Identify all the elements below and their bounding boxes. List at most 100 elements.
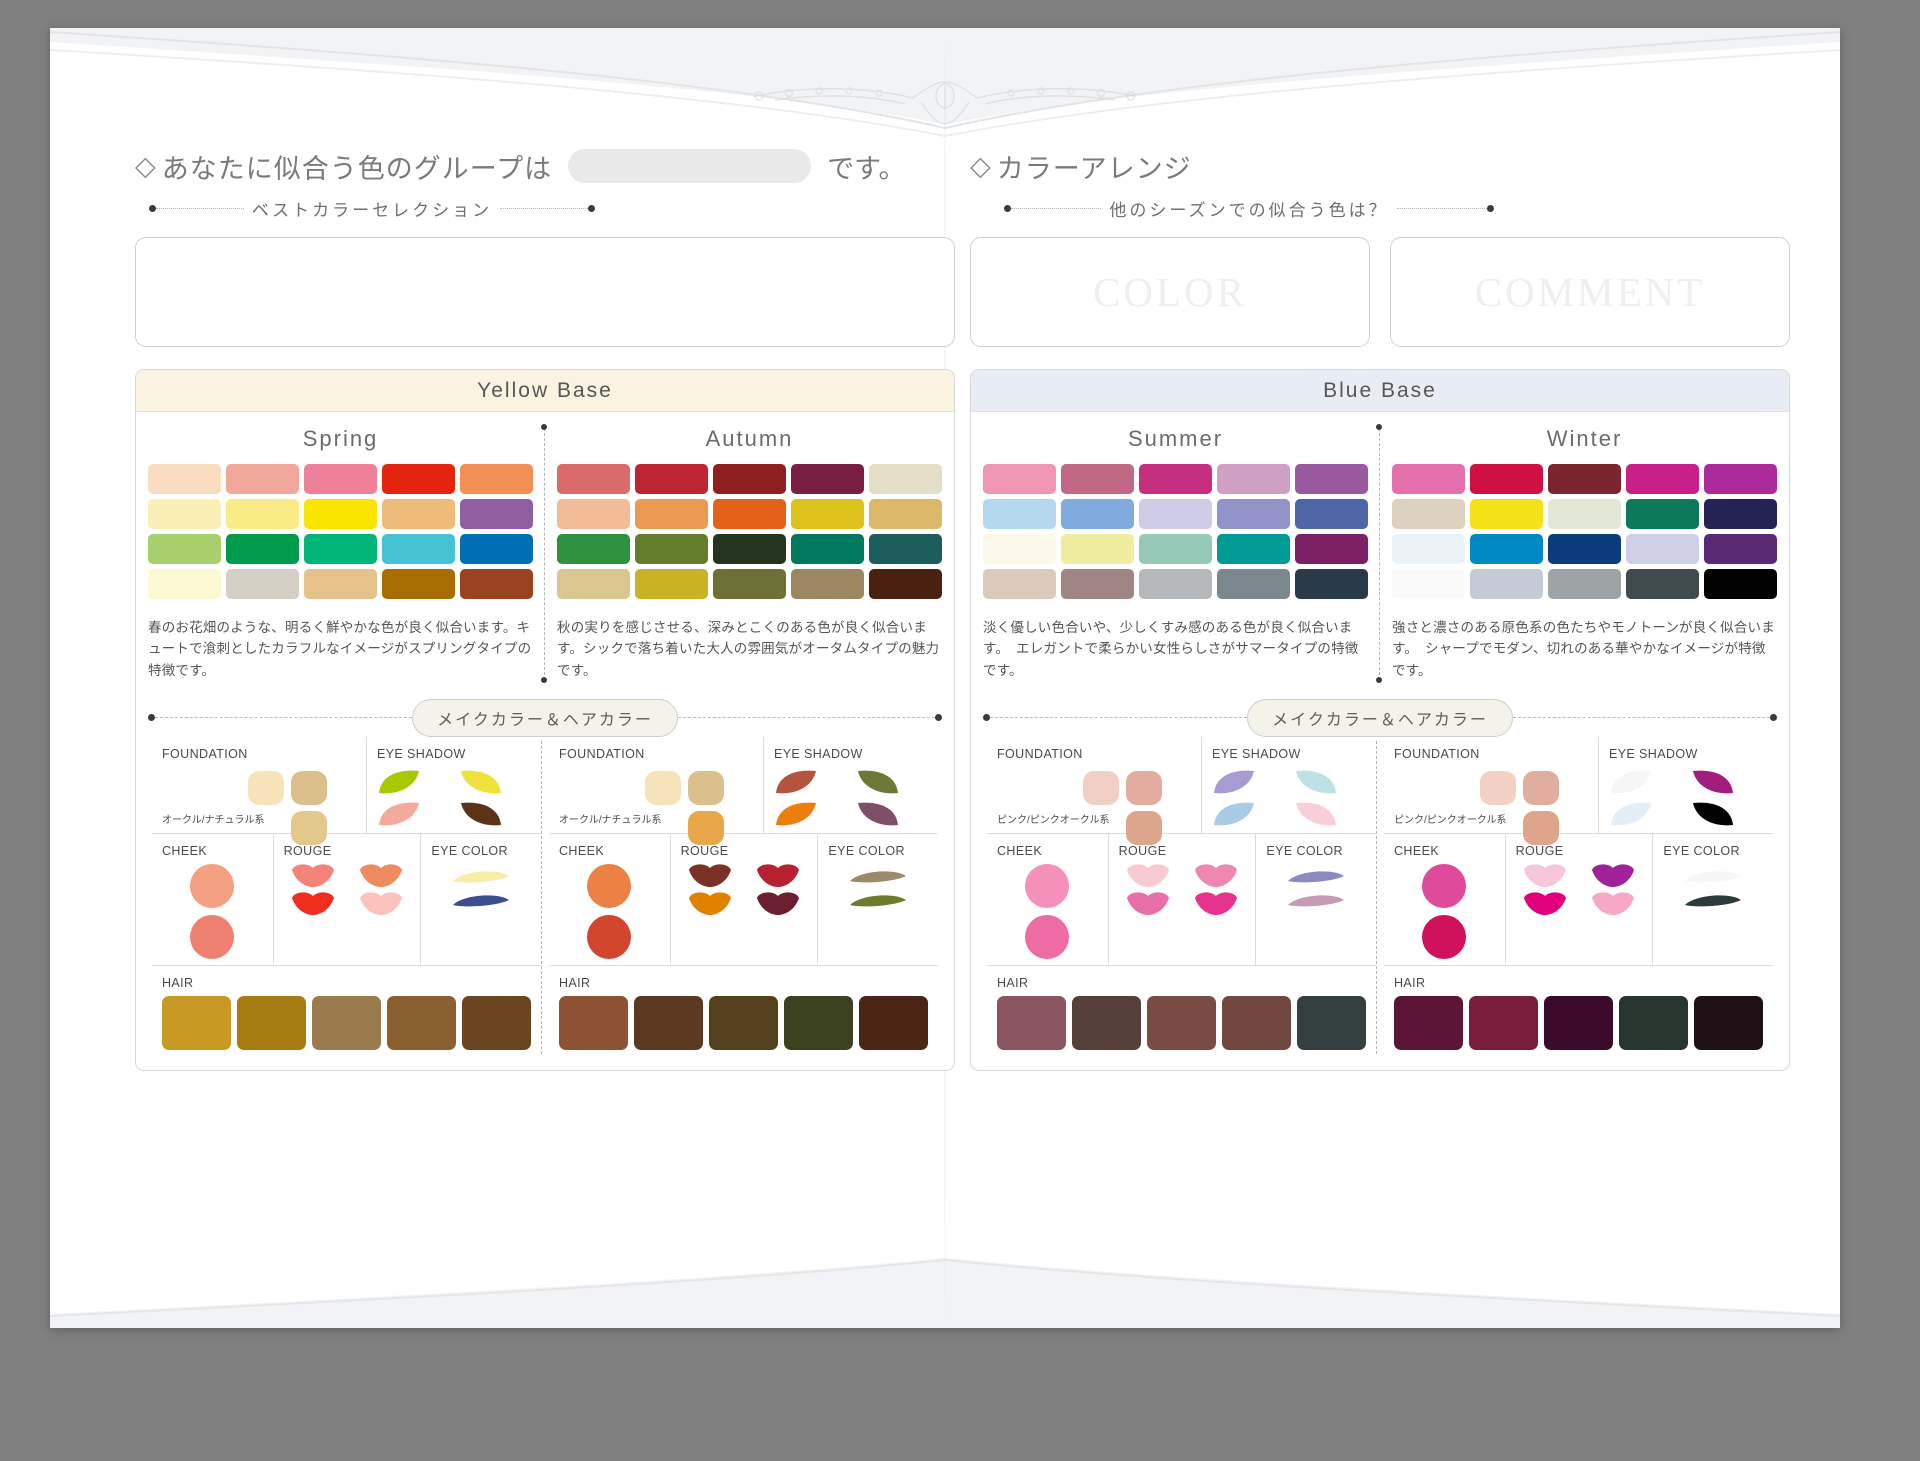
season-description: 強さと濃さのある原色系の色たちやモノトーンが良く似合います。 シャープでモダン、… — [1392, 620, 1775, 678]
swatch — [635, 464, 708, 494]
eye-shadow-label: EYE SHADOW — [1211, 746, 1301, 761]
cheek-cell: CHEEK — [152, 834, 273, 965]
swatch — [791, 569, 864, 599]
eye-color-icon — [1685, 871, 1742, 883]
makeup-divider-left: メイクカラー＆ヘアカラー — [148, 698, 942, 737]
swatch — [1217, 499, 1290, 529]
blue-base-seasons: Summer 淡く優しい色合いや、少しくすみ感のある色が良く似合います。 エレガ… — [971, 412, 1789, 683]
winter-palette — [1392, 464, 1777, 599]
hair-cell: HAIR — [987, 966, 1376, 1058]
season-title: Summer — [1127, 426, 1224, 451]
cheek-swatch — [190, 914, 235, 959]
season-summer: Summer 淡く優しい色合いや、少しくすみ感のある色が良く似合います。 エレガ… — [971, 422, 1380, 681]
lips-icon — [688, 892, 731, 915]
hair-swatch — [1469, 995, 1538, 1050]
swatch — [983, 534, 1056, 564]
eyeshadow-leaf-icon — [460, 802, 501, 826]
swatch — [635, 569, 708, 599]
color-box[interactable]: COLOR — [970, 237, 1370, 347]
comment-box[interactable]: COMMENT — [1390, 237, 1790, 347]
swatch — [1392, 534, 1465, 564]
hair-swatch — [387, 995, 456, 1050]
eye-color-icon — [850, 871, 907, 883]
swatch — [557, 464, 630, 494]
lips-icon — [1126, 892, 1169, 915]
eyeshadow-leaf-icon — [775, 770, 816, 794]
swatch — [1392, 569, 1465, 599]
foundation-swatch — [645, 770, 681, 805]
eyeshadow-leaf-icon — [378, 770, 419, 794]
hair-swatch — [784, 995, 853, 1050]
cheek-swatch — [587, 914, 632, 959]
swatch — [791, 464, 864, 494]
swatch — [869, 534, 942, 564]
swatch — [869, 569, 942, 599]
right-page: ◇ カラーアレンジ 他のシーズンでの似合う色は？ COLOR COMMENT B… — [970, 146, 1790, 1071]
swatch — [1548, 569, 1621, 599]
eye-color-icon — [1288, 895, 1345, 907]
divider-dot-icon — [1376, 424, 1382, 430]
eye-color-icon — [453, 895, 510, 907]
cheek-swatch — [1422, 863, 1467, 908]
dot-right-icon — [588, 205, 595, 212]
eye-color-label: EYE COLOR — [431, 843, 508, 858]
eye-color-label: EYE COLOR — [1663, 843, 1740, 858]
swatch — [1470, 534, 1543, 564]
swatch — [791, 499, 864, 529]
dot-right-icon — [1770, 714, 1777, 722]
swatch — [304, 534, 377, 564]
eyeshadow-leaf-icon — [460, 770, 501, 794]
eye-color-label: EYE COLOR — [828, 843, 905, 858]
foundation-cell: FOUNDATION オークル/ナチュラル系 — [152, 737, 366, 845]
right-page-heading: ◇ カラーアレンジ — [970, 146, 1790, 186]
swatch — [1295, 569, 1368, 599]
swatch — [148, 534, 221, 564]
lips-icon — [1592, 892, 1635, 915]
blue-base-title: Blue Base — [971, 370, 1789, 412]
swatch — [869, 464, 942, 494]
color-group-blank-field[interactable] — [568, 149, 812, 183]
left-page: ◇ あなたに似合う色のグループは です。 ベストカラーセレクション Yellow… — [135, 146, 955, 1071]
hair-swatch — [1297, 995, 1366, 1050]
foundation-label: FOUNDATION — [997, 746, 1083, 761]
swatch — [460, 499, 533, 529]
dashed-line — [990, 717, 1248, 719]
autumn-palette — [557, 464, 942, 599]
eyeshadow-leaf-icon — [857, 770, 898, 794]
foundation-swatch — [291, 770, 327, 805]
divider-dot-icon — [541, 424, 547, 430]
summer-palette — [983, 464, 1368, 599]
open-book: ◇ あなたに似合う色のグループは です。 ベストカラーセレクション Yellow… — [50, 28, 1840, 1328]
best-color-selection-box[interactable] — [135, 237, 955, 347]
swatch — [983, 569, 1056, 599]
swatch — [1626, 569, 1699, 599]
cheek-cell: CHEEK — [549, 834, 670, 965]
eye-color-icon — [1685, 895, 1742, 907]
cheek-cell: CHEEK — [1384, 834, 1505, 965]
divider-dot-icon — [1376, 676, 1382, 683]
foundation-swatch — [248, 770, 284, 805]
cheek-label: CHEEK — [997, 843, 1043, 858]
cheek-swatch — [1025, 914, 1070, 959]
hair-swatch — [634, 995, 703, 1050]
swatch — [1704, 569, 1777, 599]
season-spring: Spring 春のお花畑のような、明るく鮮やかな色が良く似合います。キュートで湌… — [136, 422, 545, 681]
rouge-label: ROUGE — [1515, 843, 1564, 858]
makeup-section-right: FOUNDATION ピンク/ピンクオークル系 EYE SHADOW CHEEK… — [971, 736, 1789, 1070]
rouge-label: ROUGE — [680, 843, 729, 858]
dot-right-icon — [1487, 205, 1494, 212]
swatch — [1548, 499, 1621, 529]
swatch — [1626, 499, 1699, 529]
diamond-icon: ◇ — [135, 150, 156, 181]
swatch — [1061, 464, 1134, 494]
swatch — [1061, 534, 1134, 564]
hair-cell: HAIR — [152, 966, 541, 1058]
makeup-divider-right: メイクカラー＆ヘアカラー — [983, 698, 1777, 737]
hair-swatch — [162, 995, 231, 1050]
swatch — [226, 569, 299, 599]
swatch — [1470, 569, 1543, 599]
swatch — [1217, 464, 1290, 494]
dot-left-icon — [983, 714, 990, 722]
swatch — [304, 569, 377, 599]
lips-icon — [1195, 892, 1238, 915]
